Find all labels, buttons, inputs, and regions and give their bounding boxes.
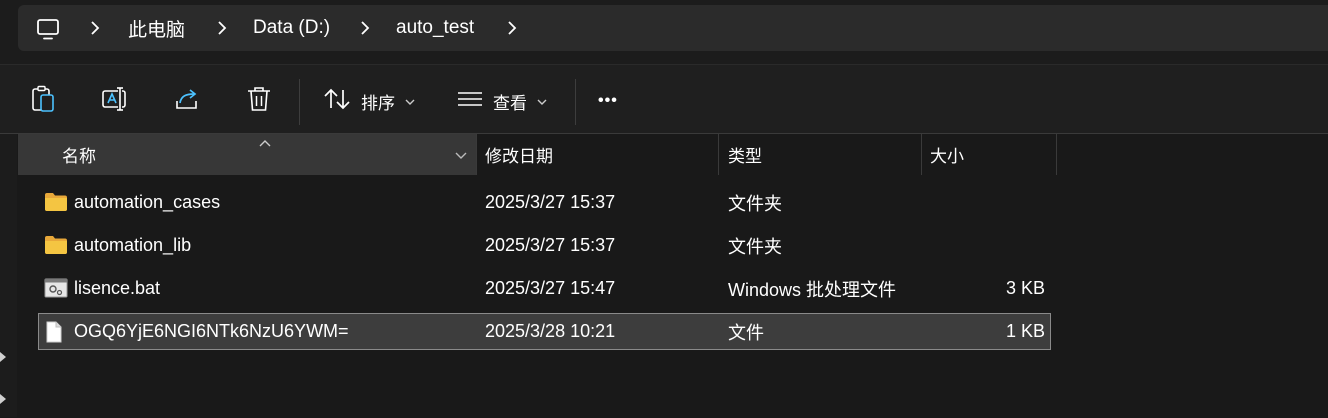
list-view-icon — [457, 89, 483, 114]
more-icon: ••• — [598, 92, 618, 109]
toolbar-divider — [299, 79, 300, 125]
view-label: 查看 — [493, 93, 527, 113]
rename-button[interactable] — [101, 84, 129, 118]
more-options-button[interactable]: ••• — [598, 84, 618, 118]
file-type: 文件夹 — [728, 193, 782, 214]
file-modified: 2025/3/27 15:47 — [485, 278, 616, 298]
column-header-type[interactable]: 类型 — [728, 134, 921, 175]
computer-icon[interactable] — [36, 19, 60, 46]
batch-file-icon — [44, 278, 68, 303]
file-row-selected[interactable]: OGQ6YjE6NGI6NTk6NzU6YWM= 2025/3/28 10:21… — [38, 313, 1051, 350]
clipboard-icon — [30, 85, 56, 118]
chevron-right-icon[interactable] — [505, 5, 519, 51]
chevron-down-icon — [537, 91, 547, 111]
breadcrumb-item-this-pc[interactable]: 此电脑 — [128, 5, 185, 51]
column-divider[interactable] — [1056, 134, 1057, 175]
copy-button[interactable] — [30, 84, 56, 118]
sort-up-caret-icon — [259, 132, 271, 152]
breadcrumb-item-auto-test[interactable]: auto_test — [396, 5, 474, 51]
column-divider[interactable] — [921, 134, 922, 175]
file-modified: 2025/3/28 10:21 — [485, 321, 616, 341]
navigation-pane-edge — [0, 134, 17, 417]
file-size — [930, 227, 1045, 264]
sort-arrows-icon — [323, 87, 351, 116]
address-area: 此电脑 Data (D:) auto_test — [0, 0, 1328, 64]
sort-label: 排序 — [361, 93, 395, 113]
column-header-name[interactable]: 名称 — [18, 134, 476, 175]
toolbar-divider — [575, 79, 576, 125]
column-header-name-label: 名称 — [62, 147, 96, 166]
delete-button[interactable] — [246, 84, 272, 118]
file-name: automation_cases — [74, 192, 221, 212]
file-row-automation-cases[interactable]: automation_cases 2025/3/27 15:37 文件夹 — [38, 184, 1051, 221]
file-type: 文件 — [728, 322, 764, 343]
column-header-modified-label: 修改日期 — [485, 147, 553, 166]
file-name: lisence.bat — [74, 278, 161, 298]
column-header-modified[interactable]: 修改日期 — [485, 134, 718, 175]
file-modified: 2025/3/27 15:37 — [485, 235, 616, 255]
column-filter-dropdown-icon[interactable] — [455, 145, 467, 165]
view-button[interactable]: 查看 — [457, 84, 547, 118]
file-icon — [44, 321, 64, 348]
command-bar: 排序 查看 ••• — [0, 64, 1328, 134]
chevron-down-icon — [405, 91, 415, 111]
breadcrumb[interactable]: 此电脑 Data (D:) auto_test — [18, 5, 1328, 51]
chevron-right-icon[interactable] — [88, 5, 102, 51]
share-icon — [174, 85, 202, 118]
file-name: OGQ6YjE6NGI6NTk6NzU6YWM= — [74, 321, 349, 341]
column-divider[interactable] — [476, 134, 477, 175]
folder-icon — [44, 235, 68, 260]
file-name: automation_lib — [74, 235, 192, 255]
file-type: 文件夹 — [728, 236, 782, 257]
trash-icon — [246, 85, 272, 118]
sort-button[interactable]: 排序 — [323, 84, 415, 118]
column-header-type-label: 类型 — [728, 147, 762, 166]
share-button[interactable] — [174, 84, 202, 118]
rename-icon — [101, 85, 129, 118]
folder-icon — [44, 192, 68, 217]
file-row-automation-lib[interactable]: automation_lib 2025/3/27 15:37 文件夹 — [38, 227, 1051, 264]
column-divider[interactable] — [718, 134, 719, 175]
file-size — [930, 184, 1045, 221]
file-size: 1 KB — [1005, 321, 1045, 341]
breadcrumb-item-data-drive[interactable]: Data (D:) — [253, 5, 330, 51]
file-modified: 2025/3/27 15:37 — [485, 192, 616, 212]
file-row-lisence-bat[interactable]: lisence.bat 2025/3/27 15:47 Windows 批处理文… — [38, 270, 1051, 307]
file-size: 3 KB — [1005, 278, 1045, 298]
column-header-size[interactable]: 大小 — [930, 134, 1056, 175]
column-header-size-label: 大小 — [930, 147, 964, 166]
chevron-right-icon[interactable] — [215, 5, 229, 51]
chevron-right-icon[interactable] — [358, 5, 372, 51]
file-type: Windows 批处理文件 — [728, 279, 897, 300]
